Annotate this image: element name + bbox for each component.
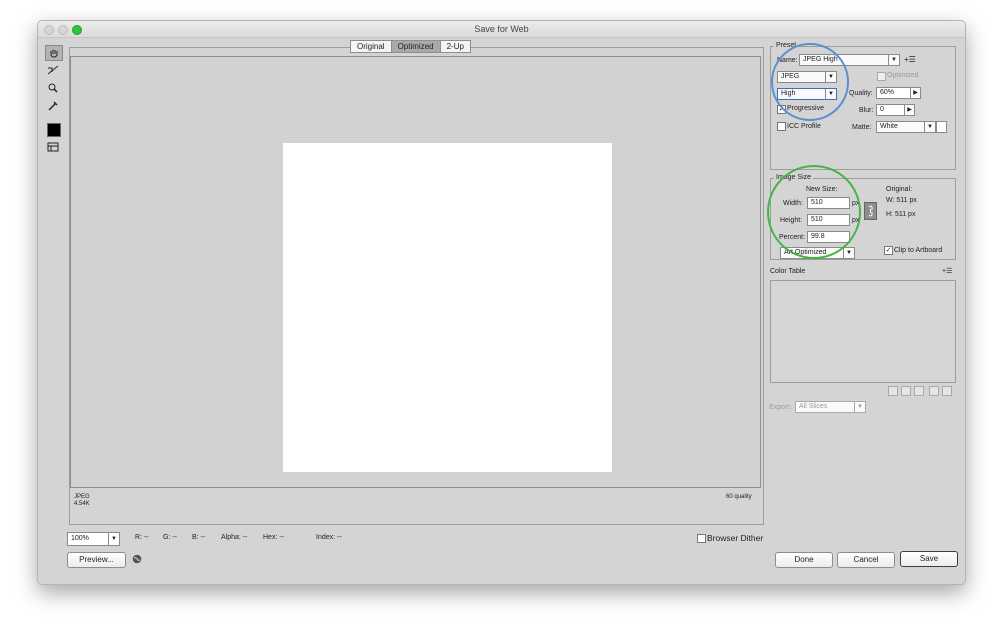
done-button[interactable]: Done — [775, 552, 833, 568]
preview-file-size: 4.54K — [74, 501, 90, 507]
color-table-menu-icon[interactable]: +☰ — [942, 267, 952, 276]
original-label: Original: — [886, 186, 913, 193]
window-title: Save for Web — [474, 24, 529, 34]
icc-profile-label: ICC Profile — [787, 123, 821, 130]
original-width: W: 511 px — [886, 197, 917, 204]
clip-to-artboard-label: Clip to Artboard — [894, 247, 943, 254]
tab-optimized[interactable]: Optimized — [391, 41, 441, 52]
blue-annotation-circle — [771, 43, 849, 121]
eyedropper-color-swatch[interactable] — [47, 123, 61, 137]
readout-r: R: -- — [135, 534, 149, 541]
zoom-level-value: 100% — [71, 535, 89, 542]
hand-tool-icon[interactable] — [45, 45, 63, 61]
export-label: Export: — [769, 404, 792, 411]
matte-value: White — [880, 123, 898, 130]
browser-preview-globe-icon[interactable] — [132, 554, 142, 564]
title-bar: Save for Web — [38, 21, 965, 38]
readout-hex: Hex: -- — [263, 534, 284, 541]
chevron-down-icon: ▼ — [924, 122, 935, 132]
eyedropper-tool-icon[interactable] — [45, 99, 61, 113]
cancel-button[interactable]: Cancel — [837, 552, 895, 568]
tab-original[interactable]: Original — [351, 41, 392, 52]
browser-dither-checkbox[interactable] — [697, 534, 706, 543]
tab-2-up[interactable]: 2-Up — [441, 41, 470, 52]
quality-field[interactable]: 60% — [876, 87, 913, 99]
preview-button[interactable]: Preview... — [67, 552, 126, 568]
chevron-down-icon: ▼ — [843, 248, 854, 258]
chevron-down-icon: ▼ — [888, 55, 899, 65]
icc-profile-checkbox[interactable] — [777, 122, 786, 131]
slice-select-tool-icon[interactable] — [45, 63, 61, 77]
browser-dither-label: Browser Dither — [707, 533, 764, 543]
preview-image — [283, 143, 612, 472]
readout-alpha: Alpha: -- — [221, 534, 248, 541]
map-color-icon[interactable] — [888, 386, 898, 396]
quality-slider-arrow-icon[interactable]: ▶ — [910, 87, 921, 99]
original-height: H: 511 px — [886, 211, 916, 218]
zoom-level-select[interactable]: 100% ▼ — [67, 532, 120, 546]
new-color-icon[interactable] — [929, 386, 939, 396]
zoom-tool-icon[interactable] — [45, 81, 61, 95]
chevron-down-icon: ▼ — [108, 533, 119, 545]
toggle-slices-icon[interactable] — [45, 140, 61, 154]
matte-color-swatch[interactable] — [936, 121, 947, 133]
preset-menu-icon[interactable]: +☰ — [904, 55, 916, 64]
export-value: All Slices — [799, 403, 828, 410]
optimized-checkbox[interactable] — [877, 72, 886, 81]
blur-label: Blur: — [859, 107, 874, 114]
clip-to-artboard-checkbox[interactable]: ✓ — [884, 246, 893, 255]
trash-icon[interactable] — [942, 386, 952, 396]
save-button[interactable]: Save — [900, 551, 958, 567]
matte-label: Matte: — [852, 124, 872, 131]
chevron-down-icon: ▼ — [854, 402, 865, 412]
readout-index: Index: -- — [316, 534, 342, 541]
lock-icon[interactable] — [914, 386, 924, 396]
optimized-label: Optimized — [887, 72, 919, 79]
readout-b: B: -- — [192, 534, 206, 541]
constrain-proportions-link-icon[interactable] — [864, 202, 877, 220]
color-table[interactable] — [770, 280, 956, 383]
optimized-preview-pane[interactable] — [70, 56, 761, 488]
blur-slider-arrow-icon[interactable]: ▶ — [904, 104, 915, 116]
view-tabs: Original Optimized 2-Up — [350, 40, 471, 53]
readout-g: G: -- — [163, 534, 177, 541]
export-select[interactable]: All Slices ▼ — [795, 401, 866, 413]
green-annotation-circle — [767, 165, 861, 259]
quality-label: Quality: — [849, 90, 873, 97]
web-shift-icon[interactable] — [901, 386, 911, 396]
color-table-label: Color Table — [770, 268, 806, 275]
matte-select[interactable]: White ▼ — [876, 121, 936, 133]
preview-quality: 60 quality — [726, 494, 752, 500]
